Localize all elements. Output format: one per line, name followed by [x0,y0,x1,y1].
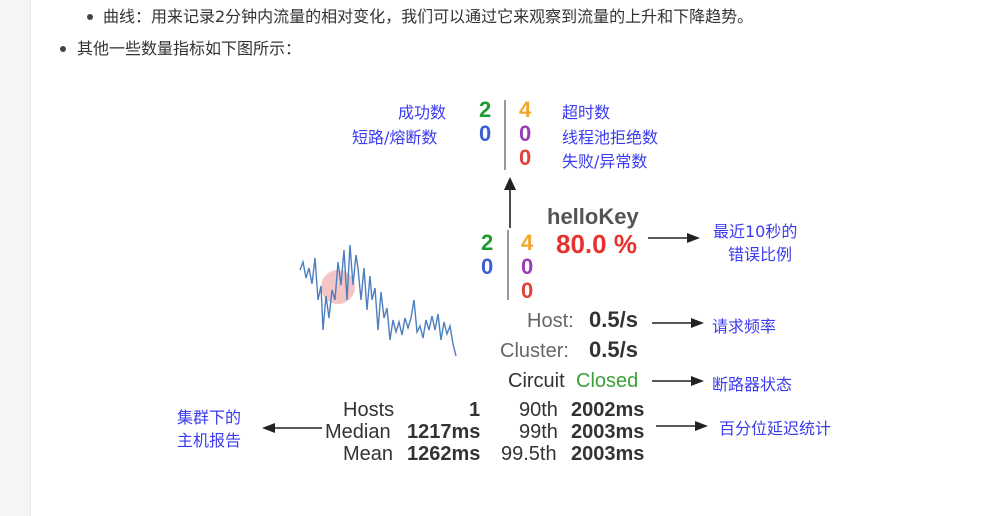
annotation-cluster-report-line1: 集群下的 [177,408,242,427]
annotation-cluster-report-line2: 主机报告 [177,431,242,450]
up-arrow-head [504,177,516,190]
hosts-value: 1 [469,399,481,421]
p90-label: 90th [519,399,558,421]
arrow-percentile-head [695,421,708,431]
figure-graphics [262,100,708,433]
cluster-rate: 0.5/s [589,337,638,362]
mean-label: Mean [343,443,394,465]
hosts-label: Hosts [343,399,395,421]
cluster-label: Cluster: [500,340,569,362]
panel-success-count: 2 [481,230,494,255]
host-rate: 0.5/s [589,307,638,332]
panel-timeout-count: 4 [521,230,534,255]
mean-value: 1262ms [407,443,481,465]
panel-threadpool-count: 0 [521,254,534,279]
p995-value: 2003ms [571,443,645,465]
annotation-percentile: 百分位延迟统计 [719,419,832,438]
p99-label: 99th [519,421,558,443]
error-percentage: 80.0 % [556,229,637,259]
annotation-circuit-state: 断路器状态 [712,375,793,394]
p99-value: 2003ms [571,421,645,443]
annotation-error-ratio-line2: 错误比例 [728,245,793,264]
host-label: Host: [527,310,574,332]
annotation-request-rate: 请求频率 [712,317,777,336]
annotation-error-ratio-line1: 最近10秒的 [713,222,798,241]
panel-failure-count: 0 [521,278,534,303]
arrow-request-rate-head [691,318,704,328]
median-label: Median [325,421,391,443]
arrow-error-ratio-head [687,233,700,243]
circuit-label: Circuit [508,370,565,392]
arrow-cluster-head [262,423,275,433]
traffic-sparkline [299,244,457,357]
hystrix-metrics-figure: 成功数 短路/熔断数 2 0 4 0 0 超时数 线程池拒绝数 失败/异常数 h… [0,0,987,516]
arrow-circuit-head [691,376,704,386]
p995-label: 99.5th [501,443,557,465]
command-name: helloKey [547,204,639,229]
median-value: 1217ms [407,421,481,443]
panel-shortcircuit-count: 0 [481,254,494,279]
p90-value: 2002ms [571,399,645,421]
circuit-status: Closed [576,370,639,392]
